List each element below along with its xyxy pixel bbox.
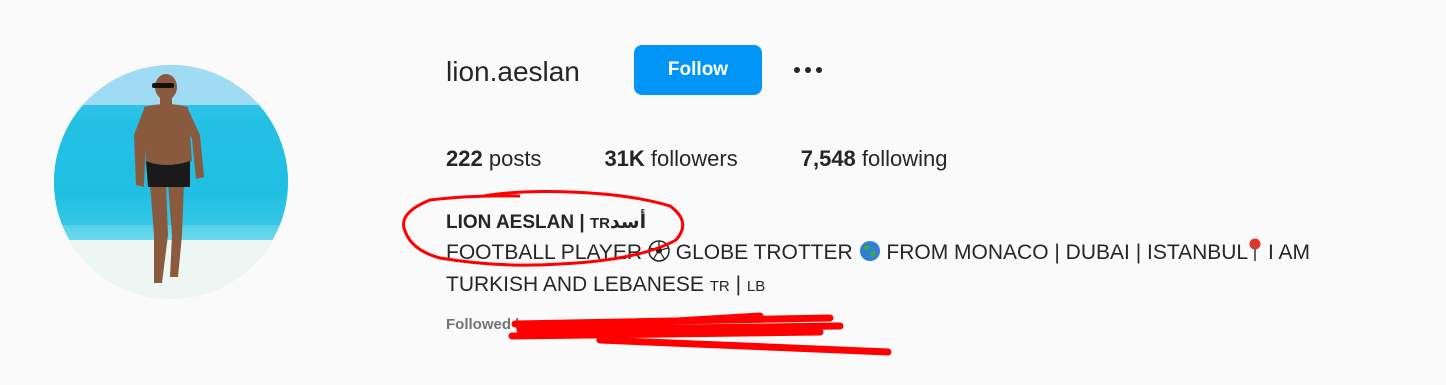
following-stat[interactable]: 7,548 following (801, 144, 948, 174)
full-name-text: LION AESLAN | (446, 212, 590, 233)
bio-text-3: FROM MONACO | DUBAI | ISTANBUL (880, 241, 1249, 264)
posts-label: posts (488, 146, 542, 171)
flag-lb-text: LB (746, 278, 766, 295)
following-count: 7,548 (800, 146, 856, 171)
soccer-ball-icon (648, 240, 670, 270)
profile-stats: 222 posts 31K followers 7,548 following (446, 144, 1011, 174)
bio-text-2: GLOBE TROTTER (669, 241, 859, 264)
more-options-button[interactable] (786, 55, 830, 85)
profile-avatar[interactable] (54, 65, 288, 299)
pin-icon (1248, 238, 1262, 270)
more-dots-icon (816, 67, 822, 73)
profile-full-name: LION AESLAN | TRأسد (446, 210, 646, 237)
followed-by-text[interactable]: Followed by (446, 315, 533, 335)
following-label: following (861, 146, 948, 171)
globe-icon (859, 240, 881, 270)
avatar-photo (54, 65, 288, 299)
annotation-scribble (508, 312, 892, 356)
posts-stat: 222 posts (446, 144, 541, 174)
more-dots-icon (805, 67, 811, 73)
follow-button[interactable]: Follow (634, 45, 762, 95)
profile-username: lion.aeslan (446, 56, 580, 87)
followers-count: 31K (604, 146, 645, 171)
profile-bio: FOOTBALL PLAYER GLOBE TROTTER FROM MONAC… (446, 238, 1406, 301)
full-name-tag: TR (589, 215, 610, 232)
followers-label: followers (650, 146, 738, 171)
full-name-arabic: أسد (609, 212, 647, 233)
bio-text-1: FOOTBALL PLAYER (446, 241, 648, 264)
bio-separator: | (729, 273, 747, 296)
followers-stat[interactable]: 31K followers (604, 144, 737, 174)
flag-tr-text: TR (709, 278, 730, 295)
more-dots-icon (794, 67, 800, 73)
posts-count: 222 (446, 146, 483, 171)
